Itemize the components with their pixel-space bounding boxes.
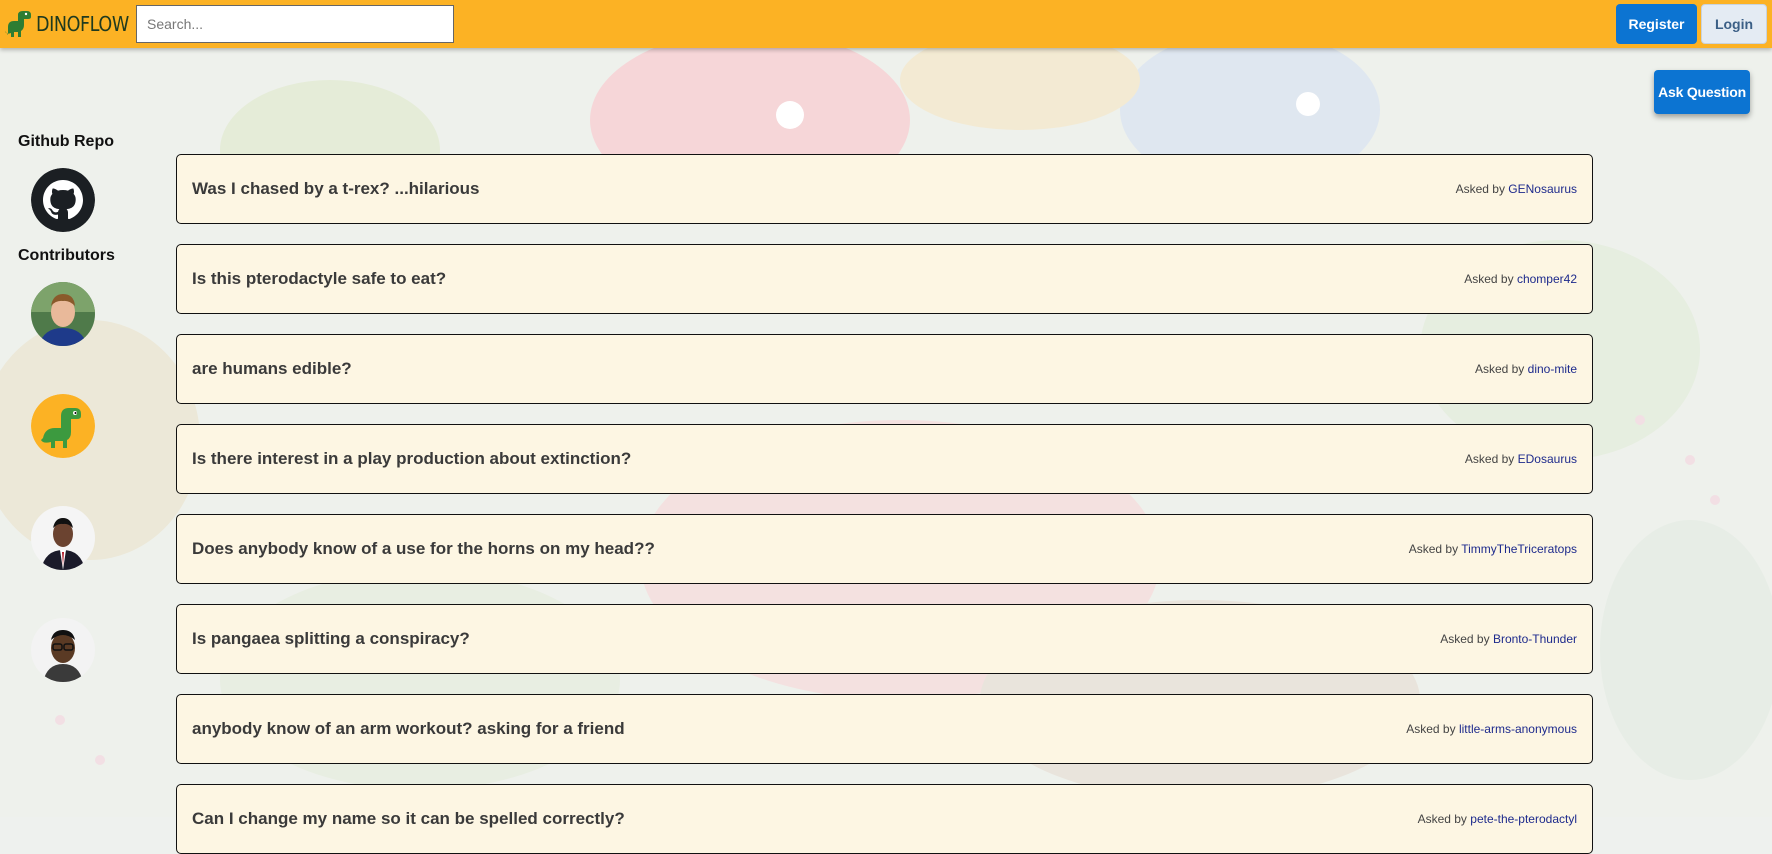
github-icon[interactable] [31,168,95,232]
contributor-avatar[interactable] [31,618,95,682]
asked-by-label: Asked by [1455,182,1505,196]
question-author-link[interactable]: little-arms-anonymous [1459,722,1577,736]
question-author-link[interactable]: TimmyTheTriceratops [1461,542,1577,556]
question-title[interactable]: Is pangaea splitting a conspiracy? [192,629,470,649]
question-author-link[interactable]: dino-mite [1528,362,1577,376]
contributor-avatar[interactable] [31,394,95,458]
dinosaur-logo-icon [5,11,31,37]
question-author-link[interactable]: Bronto-Thunder [1493,632,1577,646]
ask-question-button[interactable]: Ask Question [1654,70,1750,114]
question-title[interactable]: Was I chased by a t-rex? ...hilarious [192,179,480,199]
login-button[interactable]: Login [1701,4,1767,44]
question-title[interactable]: Is this pterodactyle safe to eat? [192,269,446,289]
question-meta: Asked by TimmyTheTriceratops [1409,542,1577,556]
question-author-link[interactable]: pete-the-pterodactyl [1470,812,1577,826]
asked-by-label: Asked by [1417,812,1467,826]
register-button[interactable]: Register [1616,4,1697,44]
question-meta: Asked by EDosaurus [1465,452,1577,466]
question-card[interactable]: Can I change my name so it can be spelle… [176,784,1593,854]
question-author-link[interactable]: GENosaurus [1508,182,1577,196]
question-meta: Asked by dino-mite [1475,362,1577,376]
logo-text: DINOFLOW [36,12,129,36]
question-title[interactable]: Is there interest in a play production a… [192,449,631,469]
question-title[interactable]: Does anybody know of a use for the horns… [192,539,655,559]
question-card[interactable]: Is pangaea splitting a conspiracy? Asked… [176,604,1593,674]
question-meta: Asked by GENosaurus [1456,182,1577,196]
asked-by-label: Asked by [1440,632,1490,646]
question-card[interactable]: are humans edible? Asked by dino-mite [176,334,1593,404]
asked-by-label: Asked by [1474,362,1525,376]
question-card[interactable]: Was I chased by a t-rex? ...hilarious As… [176,154,1593,224]
question-title[interactable]: anybody know of an arm workout? asking f… [192,719,625,739]
asked-by-label: Asked by [1408,542,1459,556]
question-title[interactable]: are humans edible? [192,359,352,379]
question-meta: Asked by chomper42 [1464,272,1577,286]
question-card[interactable]: Is there interest in a play production a… [176,424,1593,494]
question-card[interactable]: Does anybody know of a use for the horns… [176,514,1593,584]
github-repo-heading: Github Repo [18,133,114,150]
contributor-avatar[interactable] [31,282,95,346]
asked-by-label: Asked by [1406,722,1456,736]
contributors-heading: Contributors [18,247,115,264]
question-meta: Asked by Bronto-Thunder [1440,632,1577,646]
question-title[interactable]: Can I change my name so it can be spelle… [192,809,625,829]
question-author-link[interactable]: chomper42 [1517,272,1577,286]
question-author-link[interactable]: EDosaurus [1518,452,1577,466]
question-meta: Asked by little-arms-anonymous [1406,722,1577,736]
question-card[interactable]: anybody know of an arm workout? asking f… [176,694,1593,764]
dinoflow-logo[interactable]: DINOFLOW [4,8,141,40]
question-meta: Asked by pete-the-pterodactyl [1418,812,1577,826]
asked-by-label: Asked by [1464,452,1515,466]
asked-by-label: Asked by [1464,272,1514,286]
search-input[interactable] [136,5,454,43]
contributor-avatar[interactable] [31,506,95,570]
question-card[interactable]: Is this pterodactyle safe to eat? Asked … [176,244,1593,314]
top-navbar: DINOFLOW Register Login [0,0,1772,48]
